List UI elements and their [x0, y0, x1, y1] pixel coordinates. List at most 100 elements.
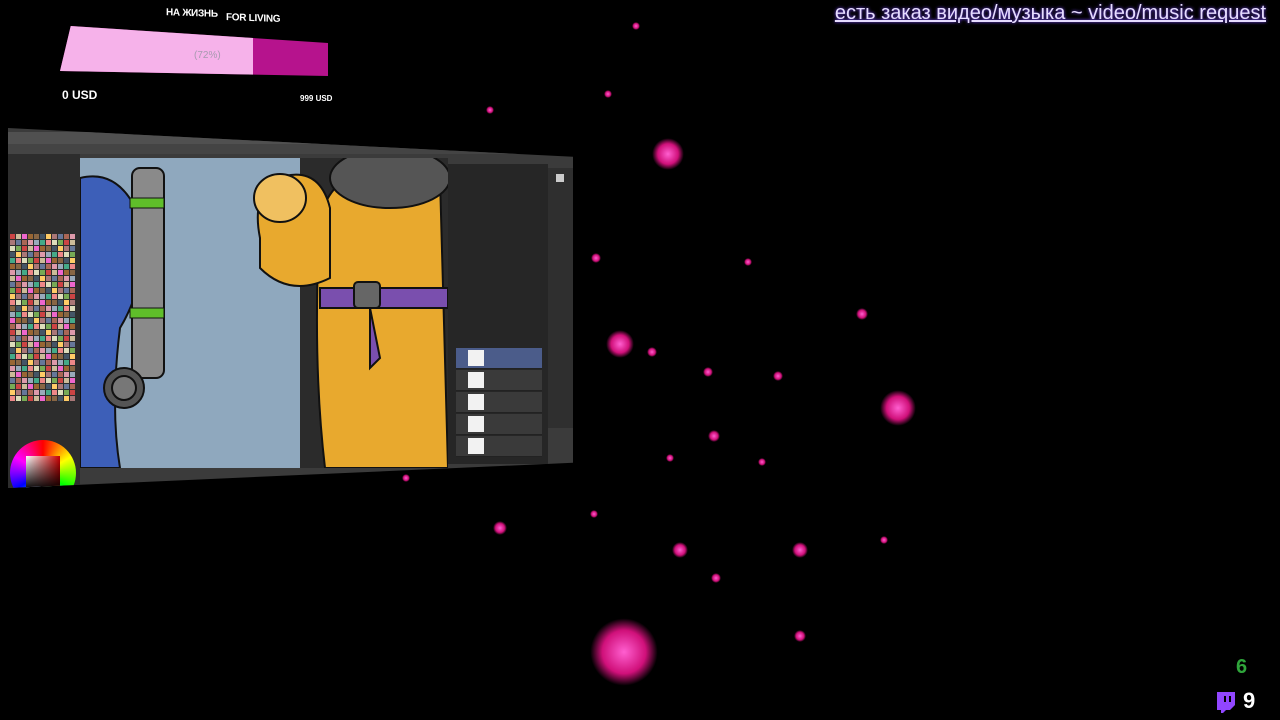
color-swatch[interactable] — [52, 264, 57, 269]
color-swatch[interactable] — [58, 276, 63, 281]
color-swatch[interactable] — [10, 360, 15, 365]
color-swatch[interactable] — [34, 240, 39, 245]
color-swatch[interactable] — [58, 324, 63, 329]
color-swatch[interactable] — [46, 384, 51, 389]
color-swatch[interactable] — [70, 234, 75, 239]
color-swatch[interactable] — [16, 306, 21, 311]
color-swatch[interactable] — [70, 354, 75, 359]
color-swatch[interactable] — [70, 384, 75, 389]
color-swatch[interactable] — [28, 312, 33, 317]
color-swatch[interactable] — [40, 258, 45, 263]
color-swatch[interactable] — [10, 396, 15, 401]
color-swatch[interactable] — [70, 288, 75, 293]
color-swatch[interactable] — [34, 282, 39, 287]
color-swatch[interactable] — [58, 288, 63, 293]
color-swatch[interactable] — [16, 312, 21, 317]
color-swatch[interactable] — [10, 372, 15, 377]
color-swatch[interactable] — [40, 240, 45, 245]
color-swatch[interactable] — [70, 312, 75, 317]
color-swatch[interactable] — [70, 378, 75, 383]
color-swatch[interactable] — [64, 282, 69, 287]
color-swatch[interactable] — [40, 366, 45, 371]
color-swatch[interactable] — [16, 384, 21, 389]
color-swatch[interactable] — [52, 234, 57, 239]
color-swatch[interactable] — [10, 354, 15, 359]
color-swatch[interactable] — [22, 396, 27, 401]
color-swatch[interactable] — [58, 342, 63, 347]
color-swatch[interactable] — [28, 246, 33, 251]
color-swatch[interactable] — [70, 396, 75, 401]
color-swatch[interactable] — [22, 300, 27, 305]
color-swatch[interactable] — [58, 318, 63, 323]
color-swatch[interactable] — [70, 270, 75, 275]
color-swatch[interactable] — [64, 360, 69, 365]
color-swatch[interactable] — [10, 252, 15, 257]
color-swatch[interactable] — [16, 348, 21, 353]
color-swatch[interactable] — [46, 282, 51, 287]
color-swatch[interactable] — [16, 270, 21, 275]
color-swatch[interactable] — [58, 252, 63, 257]
color-swatch[interactable] — [34, 258, 39, 263]
color-swatch[interactable] — [34, 276, 39, 281]
color-swatch[interactable] — [10, 300, 15, 305]
color-swatch[interactable] — [58, 354, 63, 359]
color-swatch[interactable] — [34, 270, 39, 275]
color-swatch[interactable] — [22, 234, 27, 239]
color-swatch[interactable] — [40, 378, 45, 383]
color-swatch[interactable] — [64, 240, 69, 245]
color-swatch[interactable] — [16, 354, 21, 359]
color-swatch[interactable] — [28, 360, 33, 365]
color-swatch[interactable] — [16, 282, 21, 287]
color-swatch[interactable] — [70, 300, 75, 305]
color-swatch[interactable] — [10, 324, 15, 329]
color-swatch[interactable] — [34, 384, 39, 389]
color-swatch[interactable] — [70, 282, 75, 287]
color-swatch[interactable] — [22, 246, 27, 251]
color-swatch[interactable] — [22, 282, 27, 287]
color-swatch[interactable] — [70, 306, 75, 311]
color-swatch[interactable] — [28, 324, 33, 329]
color-swatch[interactable] — [46, 354, 51, 359]
color-swatch[interactable] — [46, 342, 51, 347]
color-swatch[interactable] — [16, 288, 21, 293]
color-swatch[interactable] — [40, 354, 45, 359]
color-swatch[interactable] — [58, 360, 63, 365]
color-swatch[interactable] — [52, 390, 57, 395]
color-swatch[interactable] — [64, 270, 69, 275]
color-swatch[interactable] — [52, 252, 57, 257]
color-swatch[interactable] — [22, 276, 27, 281]
color-swatch[interactable] — [10, 330, 15, 335]
color-swatch[interactable] — [16, 372, 21, 377]
color-swatch[interactable] — [22, 336, 27, 341]
color-swatch[interactable] — [64, 378, 69, 383]
color-swatch[interactable] — [40, 390, 45, 395]
color-swatch[interactable] — [28, 300, 33, 305]
color-swatch[interactable] — [70, 360, 75, 365]
color-swatch[interactable] — [16, 294, 21, 299]
color-swatch[interactable] — [16, 252, 21, 257]
layer-row[interactable] — [456, 370, 542, 391]
color-swatch[interactable] — [64, 348, 69, 353]
color-swatch[interactable] — [52, 240, 57, 245]
color-swatch[interactable] — [70, 258, 75, 263]
color-swatch[interactable] — [34, 288, 39, 293]
color-swatch[interactable] — [22, 318, 27, 323]
color-swatch[interactable] — [40, 306, 45, 311]
color-swatch[interactable] — [10, 318, 15, 323]
color-swatch[interactable] — [28, 258, 33, 263]
color-swatch[interactable] — [70, 342, 75, 347]
color-swatch[interactable] — [64, 288, 69, 293]
color-swatch[interactable] — [16, 330, 21, 335]
color-swatch[interactable] — [58, 378, 63, 383]
color-swatch[interactable] — [70, 252, 75, 257]
color-swatch[interactable] — [52, 270, 57, 275]
color-swatch[interactable] — [28, 372, 33, 377]
color-swatch[interactable] — [10, 294, 15, 299]
color-swatch[interactable] — [52, 336, 57, 341]
color-swatch[interactable] — [28, 348, 33, 353]
color-swatch[interactable] — [46, 270, 51, 275]
color-swatch[interactable] — [40, 360, 45, 365]
color-swatch[interactable] — [46, 276, 51, 281]
color-swatch[interactable] — [46, 396, 51, 401]
color-swatch[interactable] — [22, 252, 27, 257]
